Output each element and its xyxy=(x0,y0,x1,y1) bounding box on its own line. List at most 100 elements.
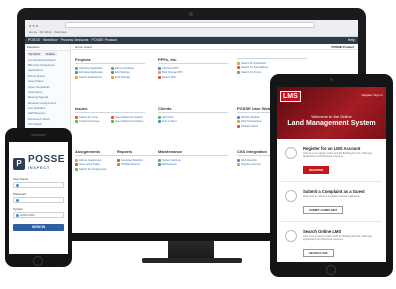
section-link[interactable]: Search Applications xyxy=(75,75,108,80)
link-icon xyxy=(237,158,240,162)
section-link-label: Generate Statistics xyxy=(121,158,143,162)
section-link-label: Issue Reference Follow-up xyxy=(115,120,144,124)
section-link-label: Register Account xyxy=(241,163,261,167)
link-icon xyxy=(111,75,114,79)
section-link-label: Create New Issue xyxy=(79,120,100,124)
section-link-label: Search for Issue xyxy=(79,115,98,119)
section-link[interactable]: Register Account xyxy=(237,163,270,168)
link-icon xyxy=(158,120,161,124)
posse-logo-text: POSSE INSPECT xyxy=(28,155,65,173)
link-icon xyxy=(158,158,161,162)
address-bar[interactable] xyxy=(65,22,315,28)
section-link-label: Maintenance xyxy=(162,163,177,167)
lms-card: Submit a Complaint as a Guest Click here … xyxy=(281,185,382,222)
section-link[interactable]: Create New Issue xyxy=(75,120,108,125)
dashboard-section: Projects Add New Application Edit Exist Ap… xyxy=(75,57,145,80)
card-illustration-icon xyxy=(285,190,297,202)
link-icon xyxy=(237,70,240,74)
window-controls-icon[interactable]: ●●● xyxy=(29,23,39,28)
section-link-label: Search for Site Address xyxy=(241,66,269,70)
link-icon xyxy=(111,66,114,70)
tablet-home-button[interactable] xyxy=(326,265,336,275)
link-icon xyxy=(158,66,161,70)
sign-in-button[interactable]: SIGN IN xyxy=(13,224,64,231)
section-link[interactable]: Search PPF xyxy=(158,75,191,80)
posse-inspect-logo: P POSSE INSPECT xyxy=(13,155,68,173)
system-select[interactable]: LDMS 6000 xyxy=(13,212,64,218)
section-link-label: Add Client xyxy=(162,115,174,119)
help-link[interactable]: Help xyxy=(348,37,355,44)
dashboard-section: Maintenance System Settings Maintenance xyxy=(158,149,228,167)
main-header: Home Listed POSSE Product xyxy=(72,44,358,50)
camera-icon xyxy=(189,12,193,16)
breadcrumb[interactable]: Home Listed xyxy=(75,45,92,49)
monitor-base xyxy=(142,258,242,263)
card-text: Click here to register online and file B… xyxy=(303,152,372,158)
device-mockup-scene: ●●● Home · My Work · Favorites POSSE · W… xyxy=(0,0,396,289)
phone-home-button[interactable] xyxy=(33,256,43,266)
user-icon xyxy=(16,184,19,187)
section-link[interactable]: Search for Permit xyxy=(237,70,270,75)
link-icon xyxy=(117,158,120,162)
link-icon xyxy=(158,75,161,79)
section-link-label: Find a Client xyxy=(162,120,177,124)
system-label: System xyxy=(13,207,24,211)
section-link-label: Issue Reference Search xyxy=(115,115,143,119)
section-link[interactable]: Find a Client xyxy=(158,120,191,125)
card-text: Click here to submit a complaint without… xyxy=(303,195,361,198)
tab-outline[interactable]: Outline xyxy=(43,52,57,56)
monitor-stand xyxy=(168,241,214,259)
link-icon xyxy=(75,71,78,75)
lms-logo[interactable]: LMS xyxy=(280,91,301,102)
section-link-label: Add New PPF xyxy=(162,66,179,70)
tablet-camera-icon xyxy=(330,78,333,81)
section-link-label: Search for Assignments xyxy=(79,167,107,171)
card-button[interactable]: SUBMIT COMPLAINT xyxy=(303,206,344,214)
section-link-label: View Latest Tasks xyxy=(79,163,100,167)
section-link-label: Edit Settings xyxy=(115,71,130,75)
section-link[interactable]: Maintenance xyxy=(158,163,191,168)
dashboard-section: Issues Search for Issue Create New Issue Is… xyxy=(75,106,145,124)
section-link-label: Find Settings xyxy=(115,75,131,79)
lock-icon xyxy=(16,199,19,202)
section-link-label: Web Records xyxy=(241,158,257,162)
lms-nav[interactable]: Register Sign In xyxy=(362,93,383,97)
favorites-bar[interactable]: Home · My Work · Favorites xyxy=(29,30,66,34)
tab-my-work[interactable]: My Work xyxy=(27,52,42,56)
link-icon xyxy=(75,75,78,79)
link-icon xyxy=(75,163,78,167)
brand-title: POSSE Product xyxy=(331,45,354,49)
link-icon xyxy=(158,115,161,119)
password-field[interactable] xyxy=(13,197,64,203)
username-field[interactable] xyxy=(13,182,64,188)
tablet-device: LMS Register Sign In Welcome to the Onli… xyxy=(270,74,393,277)
phone-speaker xyxy=(31,134,46,136)
section-link[interactable]: Issue Reference Follow-up xyxy=(111,120,144,125)
section-link-label: Edit Exist Application xyxy=(79,71,104,75)
link-icon xyxy=(237,66,240,70)
section-link[interactable]: Find Settings xyxy=(111,75,144,80)
card-illustration-icon xyxy=(285,147,297,159)
section-link-label: Add New Application xyxy=(79,66,103,70)
section-link-label: Add an Assignment xyxy=(79,158,102,162)
section-link-label: Website Admin xyxy=(241,124,259,128)
card-button[interactable]: REGISTER xyxy=(303,166,330,174)
lms-cards: Register for an LMS Account Click here to… xyxy=(277,142,386,262)
card-button[interactable]: SEARCH LMS xyxy=(303,249,334,257)
app-menu-title[interactable]: POSSE · Workflow · Process Sessions · PO… xyxy=(28,38,117,42)
section-link-label: Website Module xyxy=(241,115,260,119)
card-illustration-icon xyxy=(285,230,297,242)
dashboard-section: Search for Application Search for Site Ad… xyxy=(237,57,307,75)
hero-welcome: Welcome to the Online xyxy=(311,114,352,119)
link-icon xyxy=(237,163,240,167)
posse-logo-mark-icon: P xyxy=(13,158,25,170)
section-link[interactable]: Website Admin xyxy=(237,124,270,129)
section-link[interactable]: POSSE Reports xyxy=(117,163,150,168)
link-icon xyxy=(75,66,78,70)
password-label: Password xyxy=(13,192,27,196)
section-link[interactable]: Search for Assignments xyxy=(75,167,108,172)
link-icon xyxy=(158,163,161,167)
section-link-label: Web Transactions xyxy=(241,120,262,124)
posse-logo-sub: INSPECT xyxy=(28,166,51,170)
lms-hero: LMS Register Sign In Welcome to the Onli… xyxy=(277,87,386,139)
